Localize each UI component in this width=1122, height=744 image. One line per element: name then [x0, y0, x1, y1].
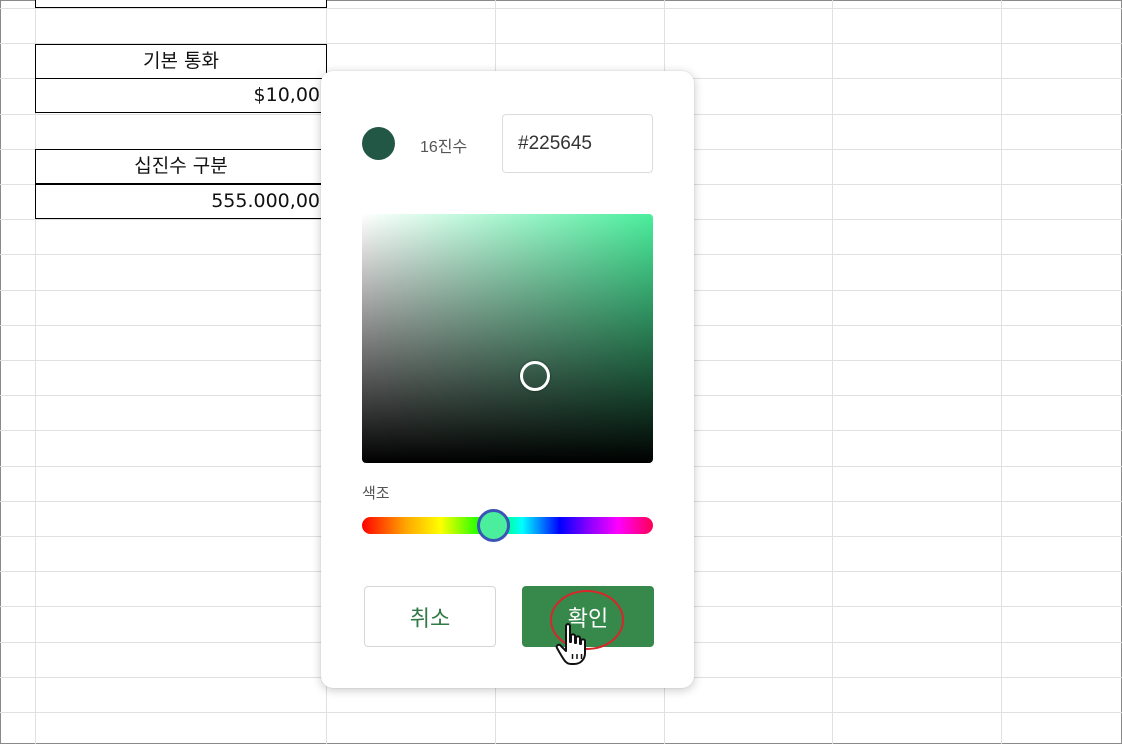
hue-label: 색조	[362, 484, 390, 502]
saturation-value-area[interactable]	[362, 214, 653, 463]
grid-column-line	[832, 0, 833, 744]
hue-slider-handle[interactable]	[477, 509, 510, 542]
cell-decimal-separator-value[interactable]: 555.000,00	[35, 184, 327, 219]
grid-column-line	[1001, 0, 1002, 744]
color-picker-dialog: 16진수 색조 취소 확인	[321, 71, 694, 688]
hex-label: 16진수	[420, 139, 468, 156]
cell-default-currency-value[interactable]: $10,00	[35, 78, 327, 113]
hand-pointer-icon	[555, 623, 586, 665]
cancel-button[interactable]: 취소	[364, 586, 496, 647]
cell-default-currency-label[interactable]: 기본 통화	[35, 44, 327, 79]
saturation-handle[interactable]	[520, 361, 550, 391]
grid-row-line	[0, 8, 1122, 9]
empty-bordered-cell[interactable]	[35, 0, 327, 8]
hex-input[interactable]	[502, 114, 653, 173]
cell-decimal-separator-label[interactable]: 십진수 구분	[35, 149, 327, 184]
color-swatch	[362, 127, 395, 160]
grid-row-line	[0, 712, 1122, 713]
